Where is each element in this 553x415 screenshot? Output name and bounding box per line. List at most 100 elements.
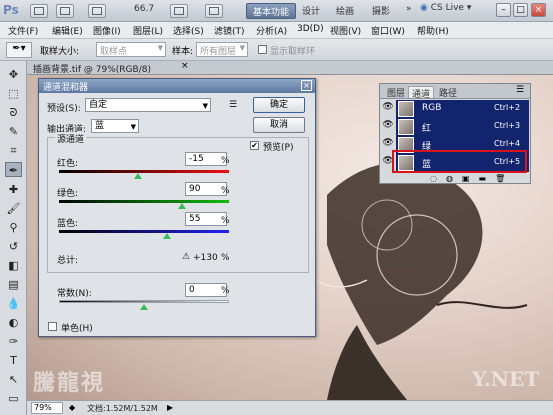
screen-mode-icon[interactable] [205,4,223,18]
preset-select[interactable]: 自定 ▼ [85,98,211,112]
dialog-close-icon[interactable]: × [301,80,312,91]
channel-row-red[interactable]: 👁 红 Ctrl+3 [382,118,529,136]
sample-label: 样本: [172,47,194,57]
panel-footer-icons[interactable]: ◌◍▣▬🗑 [430,174,514,183]
red-slider-thumb[interactable] [133,173,142,179]
hand-tool-icon[interactable] [170,4,188,18]
total-pct: % [221,253,230,263]
marquee-tool-icon[interactable]: ⬚ [5,86,22,101]
blur-tool-icon[interactable]: 💧 [5,296,22,311]
cancel-button[interactable]: 取消 [253,117,305,133]
eye-icon[interactable]: 👁 [382,102,394,116]
brush-tool-icon[interactable]: 🖌 [5,201,22,216]
gradient-tool-icon[interactable]: ▤ [5,277,22,292]
red-pct: % [221,156,230,166]
green-pct: % [221,186,230,196]
document-tab[interactable]: 插画背景.tif @ 79%(RGB/8) [33,62,151,75]
workspace-painting-button[interactable]: 绘画 [330,3,360,19]
preset-value: 自定 [89,100,108,110]
zoom-field[interactable]: 79% [31,402,63,414]
menu-filter[interactable]: 滤镜(T) [214,24,245,37]
shape-tool-icon[interactable]: ▭ [5,391,22,406]
options-bar: ✒▾ 取样大小: 取样点 ▼ 样本: 所有图层 ▼ 显示取样环 [0,39,553,61]
history-brush-icon[interactable]: ↺ [5,239,22,254]
workspace-more-button[interactable]: » [400,3,418,19]
blue-slider-track[interactable] [59,230,229,233]
close-tab-icon[interactable]: × [181,61,189,71]
status-arrow-icon[interactable]: ▶ [167,403,173,412]
workspace-photo-button[interactable]: 摄影 [366,3,396,19]
sample-size-select[interactable]: 取样点 ▼ [96,42,166,57]
document-tab-bar: 插画背景.tif @ 79%(RGB/8) × [27,61,553,75]
crop-tool-icon[interactable]: ⌗ [5,143,22,158]
lasso-tool-icon[interactable]: ᘐ [5,105,22,120]
minimize-button[interactable]: – [496,3,511,17]
channel-thumbnail [398,101,414,117]
pen-tool-icon[interactable]: ✑ [5,334,22,349]
ok-button[interactable]: 确定 [253,97,305,113]
photoshop-window: { "app": {"logo": "Ps", "zoom": "66.7", … [0,0,553,415]
path-select-icon[interactable]: ↖ [5,372,22,387]
quick-select-tool-icon[interactable]: ✎ [5,124,22,139]
eyedropper-tool-icon[interactable]: ✒ [5,162,22,177]
constant-slider-track[interactable] [59,300,229,303]
channel-name: RGB [422,103,442,113]
preset-label: 预设(S): [47,104,81,114]
dodge-tool-icon[interactable]: ◐ [5,315,22,330]
menu-3d[interactable]: 3D(D) [297,24,324,34]
menu-window[interactable]: 窗口(W) [371,24,405,37]
ps-logo: Ps [3,3,19,17]
menu-file[interactable]: 文件(F) [8,24,38,37]
menu-image[interactable]: 图像(I) [93,24,121,37]
cs-live-label: CS Live [430,3,464,13]
maximize-button[interactable]: □ [513,3,528,17]
show-ring-label: 显示取样环 [270,47,316,57]
cs-live-icon: ◉ [420,3,428,13]
blue-slider-thumb[interactable] [163,233,172,239]
channel-thumbnail [398,119,414,135]
constant-slider-thumb[interactable] [140,304,148,310]
green-slider-track[interactable] [59,200,229,203]
menu-select[interactable]: 选择(S) [173,24,204,37]
type-tool-icon[interactable]: T [5,353,22,368]
minibridge-icon[interactable] [56,4,74,18]
eyedropper-preset-icon[interactable]: ✒▾ [6,42,32,58]
document-info: 文档:1.52M/1.52M [87,404,158,413]
tab-layers[interactable]: 图层 [384,86,408,99]
view-extras-icon[interactable] [88,4,106,18]
eye-icon[interactable]: 👁 [382,120,394,134]
sample-select[interactable]: 所有图层 ▼ [196,42,248,57]
status-menu-icon[interactable]: ◆ [69,403,75,412]
menu-help[interactable]: 帮助(H) [417,24,449,37]
warning-icon: ⚠ [182,252,191,262]
menu-layer[interactable]: 图层(L) [133,24,163,37]
tab-paths[interactable]: 路径 [436,86,460,99]
close-button[interactable]: × [531,3,546,17]
tab-channels[interactable]: 通道 [408,86,435,100]
channel-row-rgb[interactable]: 👁 RGB Ctrl+2 [382,100,529,118]
menu-analysis[interactable]: 分析(A) [256,24,287,37]
constant-pct: % [221,286,230,296]
panel-menu-icon[interactable]: ☰ [516,85,524,95]
menu-edit[interactable]: 编辑(E) [52,24,83,37]
output-select[interactable]: 蓝 ▼ [91,119,139,133]
menu-view[interactable]: 视图(V) [330,24,361,37]
status-bar: 79% ◆ 文档:1.52M/1.52M ▶ [27,400,553,415]
bridge-icon[interactable] [30,4,48,18]
green-slider-thumb[interactable] [178,203,187,209]
clone-stamp-icon[interactable]: ⚲ [5,220,22,235]
workspace-design-button[interactable]: 设计 [296,3,326,19]
blue-label: 蓝色: [57,219,79,229]
red-slider-track[interactable] [59,170,229,173]
preset-menu-icon[interactable]: ☰ [229,100,237,110]
menu-bar: 文件(F) 编辑(E) 图像(I) 图层(L) 选择(S) 滤镜(T) 分析(A… [0,22,553,39]
eraser-tool-icon[interactable]: ◧ [5,258,22,273]
move-tool-icon[interactable]: ✥ [5,67,22,82]
monochrome-checkbox[interactable] [48,322,57,331]
titlebar-zoom[interactable]: 66.7 [134,4,154,18]
show-ring-checkbox[interactable] [258,45,267,54]
cs-live-button[interactable]: ◉ CS Live ▾ [420,3,471,19]
sample-size-label: 取样大小: [40,47,80,57]
workspace-essentials-button[interactable]: 基本功能 [246,3,297,19]
healing-brush-icon[interactable]: ✚ [5,182,22,197]
